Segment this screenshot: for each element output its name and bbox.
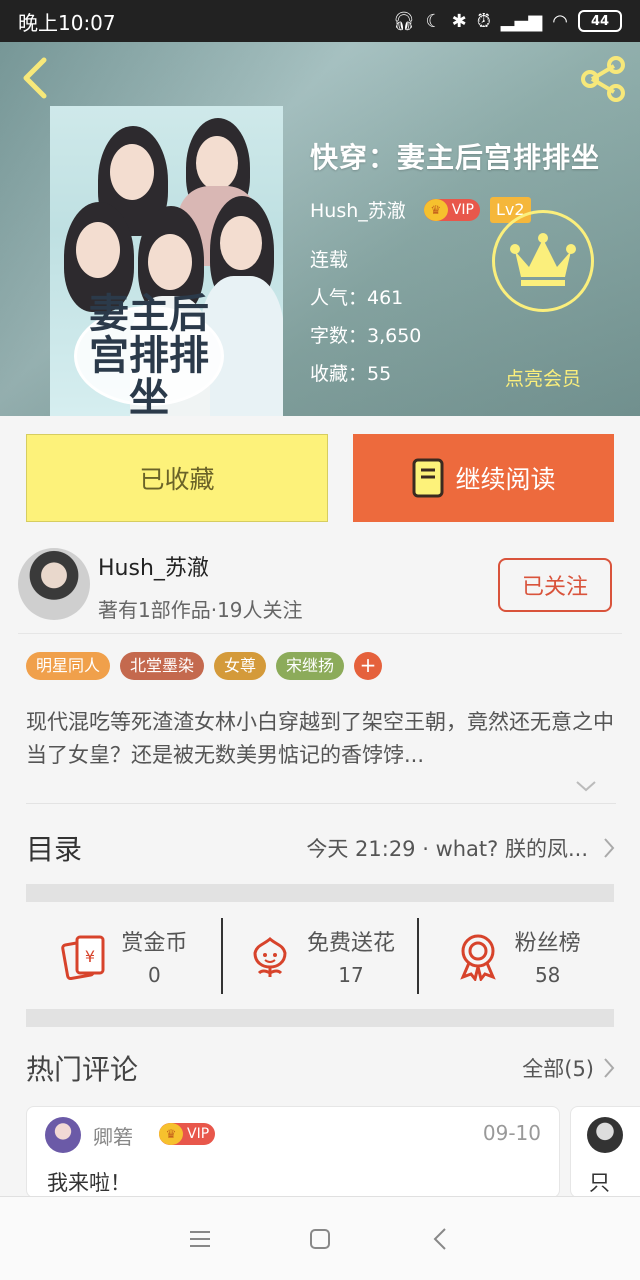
wifi-icon: ◠ xyxy=(552,10,568,32)
svg-text:¥: ¥ xyxy=(85,947,95,966)
book-author-row: Hush_苏澈 ♛ VIP Lv2 xyxy=(310,196,630,223)
stat-label: 粉丝榜 xyxy=(514,931,581,956)
latest-chapter: 今天 21:29 · what? 朕的凤... xyxy=(306,837,588,861)
medal-icon xyxy=(459,934,496,981)
back-icon[interactable] xyxy=(16,54,56,102)
light-vip-label[interactable]: 点亮会员 xyxy=(480,364,606,391)
tag[interactable]: 北堂墨染 xyxy=(120,652,205,680)
book-author[interactable]: Hush_苏澈 xyxy=(310,196,406,223)
stat-label: 免费送花 xyxy=(307,931,396,956)
book-description: 现代混吃等死渣渣女林小白穿越到了架空王朝，竟然还无意之中当了女皇？还是被无数美男… xyxy=(26,710,614,767)
crown-icon: ♛ xyxy=(159,1123,183,1145)
comment-text: 我来啦！ xyxy=(47,1171,131,1195)
comment-date: 09-10 xyxy=(482,1121,541,1145)
cover-title-seal: 妻主后宫排排坐 xyxy=(74,293,224,416)
send-flower-stat[interactable]: 免费送花 17 xyxy=(220,918,418,994)
book-icon xyxy=(412,458,444,498)
reward-coin-stat[interactable]: ¥ 赏金币 0 xyxy=(26,918,221,994)
flower-icon xyxy=(253,937,287,977)
comment-text: 只 xyxy=(589,1171,610,1195)
vip-badge: ♛ VIP xyxy=(159,1123,216,1145)
battery-icon: 44 xyxy=(578,10,622,32)
light-vip-button[interactable] xyxy=(492,210,594,312)
stat-value: 0 xyxy=(147,963,161,987)
collected-button[interactable]: 已收藏 xyxy=(26,434,328,522)
action-buttons: 已收藏 继续阅读 xyxy=(26,434,614,522)
section-divider xyxy=(26,884,614,902)
moon-icon: ☾ xyxy=(425,10,442,32)
author-stats: 著有1部作品·19人关注 xyxy=(98,598,303,622)
tag[interactable]: 女尊 xyxy=(214,652,267,680)
all-comments-label: 全部(5) xyxy=(522,1057,594,1081)
tag[interactable]: 明星同人 xyxy=(26,652,111,680)
menu-icon xyxy=(190,1230,210,1247)
status-icons: 🎧︎ ☾ ✱ ⏰︎ ▂▄▆ ◠ 44 xyxy=(393,10,622,32)
author-card: Hush_苏澈 著有1部作品·19人关注 已关注 xyxy=(18,546,622,634)
catalog-label: 目录 xyxy=(26,833,83,866)
comment-card[interactable]: 卿箬 ♛ VIP 09-10 我来啦！ xyxy=(26,1106,560,1198)
system-nav-bar xyxy=(0,1196,640,1280)
red-envelope-icon: ¥ xyxy=(61,935,105,981)
vip-label: VIP xyxy=(187,1126,210,1142)
commenter-avatar[interactable] xyxy=(45,1117,81,1153)
catalog-latest: 今天 21:29 · what? 朕的凤... xyxy=(306,833,616,863)
back-button[interactable] xyxy=(420,1219,460,1259)
divider xyxy=(26,803,616,804)
add-tag-button[interactable]: + xyxy=(354,652,383,680)
book-title: 快穿：妻主后宫排排坐 xyxy=(310,141,601,174)
stat-label: 赏金币 xyxy=(121,931,188,956)
stats-row: ¥ 赏金币 0 免费送花 17 粉丝榜 58 xyxy=(26,918,614,994)
all-comments-link[interactable]: 全部(5) xyxy=(522,1053,616,1083)
book-header: 妻主后宫排排坐 快穿：妻主后宫排排坐 Hush_苏澈 ♛ VIP Lv2 连载 … xyxy=(0,42,640,416)
catalog-row[interactable]: 目录 今天 21:29 · what? 朕的凤... xyxy=(26,820,616,876)
vip-badge: ♛ VIP xyxy=(423,198,480,221)
menu-button[interactable] xyxy=(180,1219,220,1259)
share-icon[interactable] xyxy=(578,54,628,104)
home-button[interactable] xyxy=(300,1219,340,1259)
home-icon xyxy=(310,1228,330,1249)
follow-button[interactable]: 已关注 xyxy=(498,558,612,612)
continue-reading-label: 继续阅读 xyxy=(455,465,556,494)
commenter-avatar[interactable] xyxy=(587,1117,623,1153)
bluetooth-icon: ✱ xyxy=(451,10,467,32)
book-cover[interactable]: 妻主后宫排排坐 xyxy=(50,106,283,416)
back-arrow-icon xyxy=(433,1227,446,1250)
alarm-icon: ⏰︎ xyxy=(476,10,491,32)
cover-title-text: 妻主后宫排排坐 xyxy=(89,290,209,417)
comment-card[interactable]: 只 xyxy=(570,1106,640,1198)
hot-comments-header: 热门评论 全部(5) xyxy=(26,1046,616,1090)
status-bar: 晚上10:07 🎧︎ ☾ ✱ ⏰︎ ▂▄▆ ◠ 44 xyxy=(0,0,640,42)
signal-icon: ▂▄▆ xyxy=(500,10,543,32)
headphones-icon: 🎧︎ xyxy=(392,10,416,32)
chevron-down-icon[interactable] xyxy=(574,776,598,796)
commenter-name[interactable]: 卿箬 xyxy=(93,1121,133,1150)
crown-icon: ♛ xyxy=(423,198,448,221)
hot-comments-title: 热门评论 xyxy=(26,1053,139,1086)
author-avatar[interactable] xyxy=(18,548,90,620)
stat-value: 58 xyxy=(534,963,561,987)
author-name[interactable]: Hush_苏澈 xyxy=(98,550,209,582)
continue-reading-button[interactable]: 继续阅读 xyxy=(353,434,614,522)
tag[interactable]: 宋继扬 xyxy=(276,652,345,680)
fan-ranking-stat[interactable]: 粉丝榜 58 xyxy=(417,918,614,994)
vip-label: VIP xyxy=(451,201,474,218)
stat-value: 17 xyxy=(338,963,364,987)
crown-icon xyxy=(510,233,576,286)
chevron-right-icon xyxy=(604,1058,615,1078)
chevron-right-icon xyxy=(604,838,615,858)
status-time: 晚上10:07 xyxy=(18,10,116,35)
book-word-count: 字数：3,650 xyxy=(310,325,422,347)
tag-list: 明星同人 北堂墨染 女尊 宋继扬 + xyxy=(26,652,383,680)
section-divider xyxy=(26,1009,614,1027)
